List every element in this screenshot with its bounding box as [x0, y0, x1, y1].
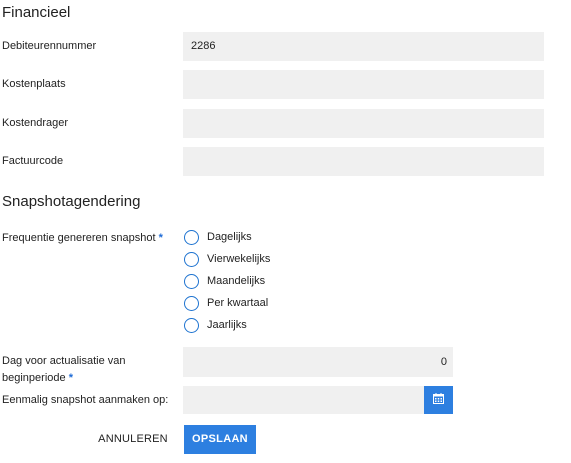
radio-option-quarterly[interactable]: Per kwartaal [184, 294, 268, 312]
radio-option-four-weekly[interactable]: Vierwekelijks [184, 250, 270, 268]
label-once-snapshot: Eenmalig snapshot aanmaken op: [2, 394, 169, 406]
radio-button[interactable] [184, 251, 199, 267]
radio-label: Vierwekelijks [207, 253, 271, 265]
once-snapshot-date-input[interactable] [183, 386, 424, 414]
cost-carrier-input[interactable] [183, 109, 544, 138]
cost-center-input[interactable] [183, 70, 544, 99]
label-cost-center: Kostenplaats [2, 78, 66, 90]
day-label-line2: beginperiode * [2, 370, 126, 387]
save-button[interactable]: OPSLAAN [184, 425, 256, 454]
section-title-snapshot: Snapshotagendering [2, 193, 141, 210]
radio-button[interactable] [184, 273, 199, 289]
radio-button[interactable] [184, 317, 199, 333]
label-debtor-number: Debiteurennummer [2, 40, 97, 52]
required-mark: * [68, 372, 73, 384]
frequency-label-text: Frequentie genereren snapshot [2, 232, 156, 244]
radio-button[interactable] [184, 229, 199, 245]
calendar-button[interactable] [424, 386, 453, 414]
invoice-code-input[interactable] [183, 147, 544, 176]
radio-option-yearly[interactable]: Jaarlijks [184, 316, 247, 334]
required-mark: * [158, 232, 163, 244]
label-invoice-code: Factuurcode [2, 155, 64, 167]
label-frequency: Frequentie genereren snapshot * [2, 230, 163, 247]
radio-option-daily[interactable]: Dagelijks [184, 228, 252, 246]
radio-label: Maandelijks [207, 275, 266, 287]
section-title-financial: Financieel [2, 4, 71, 21]
radio-label: Jaarlijks [207, 319, 247, 331]
label-cost-carrier: Kostendrager [2, 117, 69, 129]
day-label-line1: Dag voor actualisatie van [2, 355, 126, 367]
radio-option-monthly[interactable]: Maandelijks [184, 272, 265, 290]
day-label-line2-text: beginperiode [2, 372, 66, 384]
label-day-actualisation: Dag voor actualisatie van beginperiode * [2, 353, 126, 387]
radio-label: Per kwartaal [207, 297, 269, 309]
day-actualisation-input[interactable]: 0 [183, 347, 453, 377]
radio-label: Dagelijks [207, 231, 252, 243]
radio-button[interactable] [184, 295, 199, 311]
cancel-button[interactable]: ANNULEREN [96, 427, 170, 451]
debtor-number-input[interactable]: 2286 [183, 32, 544, 61]
calendar-icon [433, 391, 444, 409]
